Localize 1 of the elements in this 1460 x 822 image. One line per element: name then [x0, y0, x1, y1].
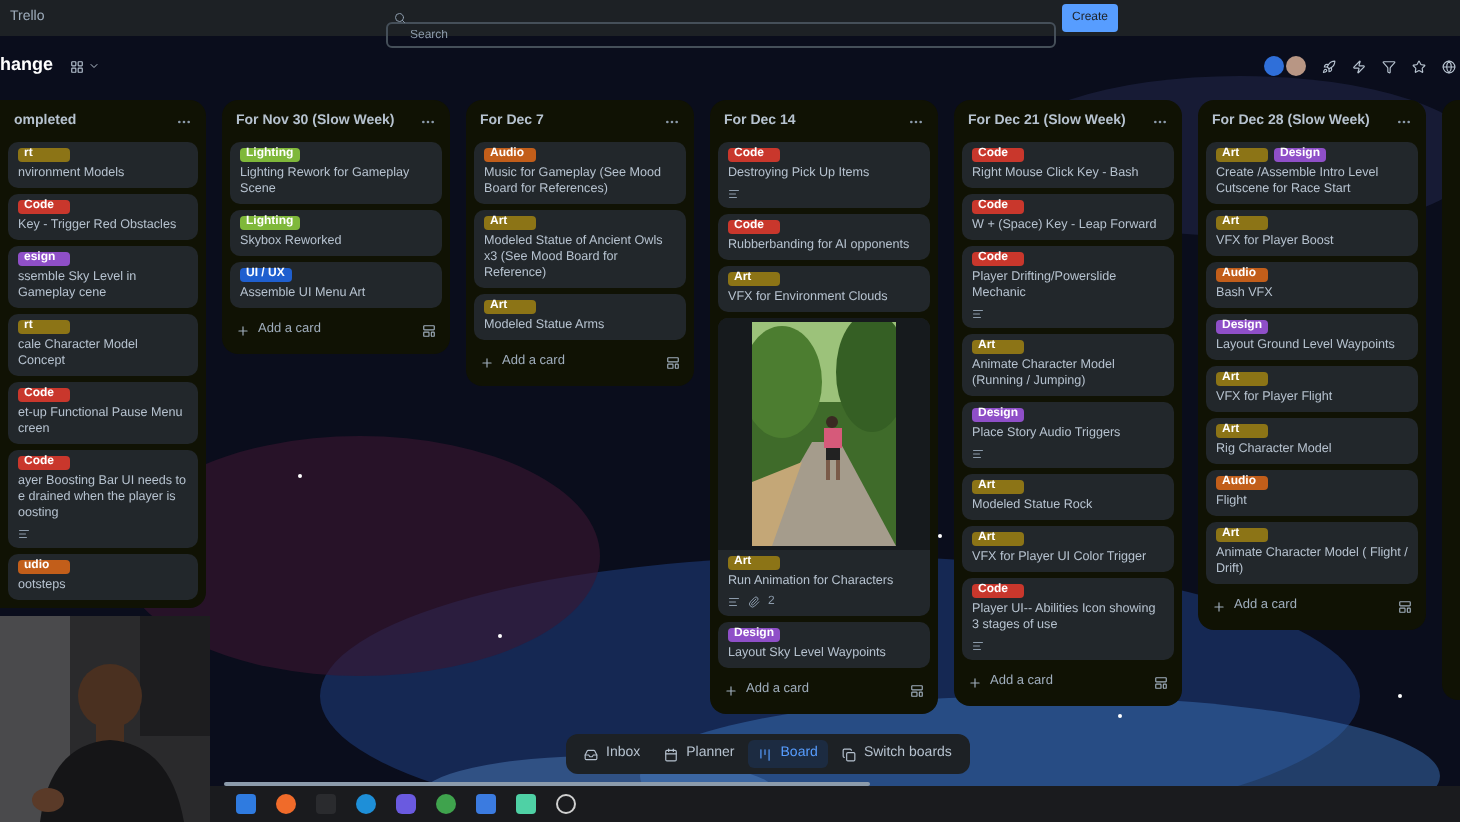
search-icon: [394, 12, 406, 24]
